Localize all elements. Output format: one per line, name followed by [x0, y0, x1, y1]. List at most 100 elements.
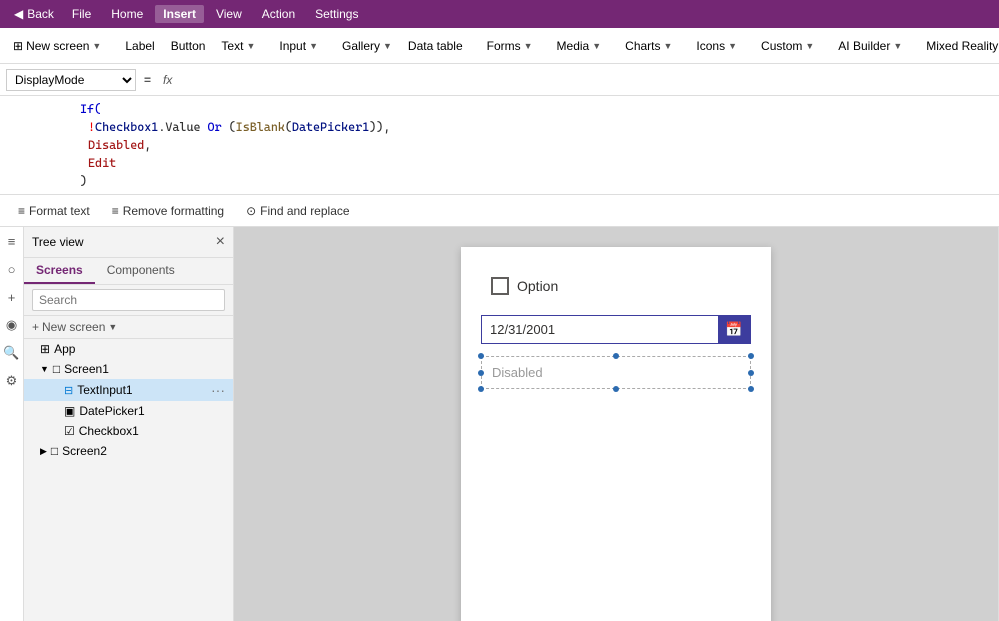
formula-eq: =	[140, 73, 155, 87]
datepicker-input[interactable]: 📅	[481, 315, 751, 344]
format-bar: ≡ Format text ≡ Remove formatting ⊙ Find…	[0, 195, 999, 227]
property-select[interactable]: DisplayMode	[6, 69, 136, 91]
find-replace-label: Find and replace	[260, 204, 349, 218]
icons-button[interactable]: Icons ▼	[689, 36, 744, 56]
text-button[interactable]: Text ▼	[214, 36, 262, 56]
tree-actions: + New screen ▼	[24, 316, 233, 339]
side-icon-search[interactable]: 🔍	[2, 343, 22, 363]
textinput-box[interactable]: Disabled	[481, 356, 751, 389]
back-icon: ◀	[14, 7, 23, 21]
app-canvas: Option 📅 Disabled	[461, 247, 771, 621]
back-button[interactable]: ◀ Back	[8, 5, 60, 23]
new-screen-button[interactable]: ⊞ New screen ▼	[6, 36, 108, 56]
checkbox-box[interactable]	[491, 277, 509, 295]
handle-bottom-right[interactable]	[748, 386, 754, 392]
data-table-button[interactable]: Data table	[401, 36, 470, 56]
text-label: Text	[221, 39, 243, 53]
formula-line2: !Checkbox1.Value Or (IsBlank(DatePicker1…	[80, 120, 390, 134]
side-icon-data[interactable]: ○	[2, 259, 22, 279]
input-arrow: ▼	[309, 41, 318, 51]
remove-formatting-button[interactable]: ≡ Remove formatting	[102, 201, 234, 221]
custom-label: Custom	[761, 39, 802, 53]
gallery-button[interactable]: Gallery ▼	[335, 36, 399, 56]
insert-menu[interactable]: Insert	[155, 5, 204, 23]
tree-content: ⊞ App ▼ □ Screen1 ⊟ TextInput1 ··· ▣ Dat…	[24, 339, 233, 621]
mixed-reality-button[interactable]: Mixed Reality ▼	[919, 36, 999, 56]
side-icon-menu[interactable]: ≡	[2, 231, 22, 251]
new-screen-label: New screen	[26, 39, 89, 53]
datepicker-calendar-button[interactable]: 📅	[718, 316, 750, 343]
handle-top-left[interactable]	[478, 353, 484, 359]
tree-close-button[interactable]: ×	[216, 233, 225, 251]
forms-button[interactable]: Forms ▼	[480, 36, 540, 56]
button-button[interactable]: Button	[164, 36, 213, 56]
view-menu[interactable]: View	[208, 5, 250, 23]
checkbox-component[interactable]: Option	[461, 247, 771, 315]
datepicker-component[interactable]: 📅	[461, 315, 771, 356]
tree-item-more-button[interactable]: ···	[211, 382, 225, 398]
label-button[interactable]: Label	[118, 36, 161, 56]
handle-bottom-center[interactable]	[613, 386, 619, 392]
handle-top-center[interactable]	[613, 353, 619, 359]
screen-icon-2: □	[51, 444, 58, 458]
formula-bar: DisplayMode = fx	[0, 64, 999, 96]
textinput-placeholder: Disabled	[492, 365, 543, 380]
file-label: File	[72, 7, 91, 21]
handle-top-right[interactable]	[748, 353, 754, 359]
handle-right[interactable]	[748, 370, 754, 376]
tree-item-datepicker1[interactable]: ▣ DatePicker1	[24, 401, 233, 421]
screen-icon-1: □	[53, 362, 60, 376]
input-label: Input	[279, 39, 306, 53]
tree-title: Tree view	[32, 235, 84, 249]
tab-screens[interactable]: Screens	[24, 258, 95, 284]
ai-builder-label: AI Builder	[838, 39, 890, 53]
checkbox-label: Option	[517, 278, 558, 294]
file-menu[interactable]: File	[64, 5, 99, 23]
tree-item-textinput1[interactable]: ⊟ TextInput1 ···	[24, 379, 233, 401]
tree-search	[24, 285, 233, 316]
settings-menu[interactable]: Settings	[307, 5, 366, 23]
media-arrow: ▼	[592, 41, 601, 51]
input-button[interactable]: Input ▼	[272, 36, 325, 56]
gallery-label: Gallery	[342, 39, 380, 53]
find-replace-button[interactable]: ⊙ Find and replace	[236, 201, 359, 221]
icons-label: Icons	[696, 39, 725, 53]
search-input[interactable]	[32, 289, 225, 311]
formula-if: If(	[80, 102, 101, 116]
media-button[interactable]: Media ▼	[550, 36, 609, 56]
media-label: Media	[557, 39, 590, 53]
gallery-arrow: ▼	[383, 41, 392, 51]
home-label: Home	[111, 7, 143, 21]
side-icon-components[interactable]: ◉	[2, 315, 22, 335]
textinput-icon: ⊟	[64, 384, 73, 397]
data-table-label: Data table	[408, 39, 463, 53]
formula-edit: Edit	[80, 156, 116, 170]
handle-left[interactable]	[478, 370, 484, 376]
charts-button[interactable]: Charts ▼	[618, 36, 679, 56]
remove-formatting-label: Remove formatting	[123, 204, 224, 218]
handle-bottom-left[interactable]	[478, 386, 484, 392]
tab-components[interactable]: Components	[95, 258, 187, 284]
formula-multiline[interactable]: If( !Checkbox1.Value Or (IsBlank(DatePic…	[0, 96, 999, 195]
calendar-icon: 📅	[725, 321, 742, 338]
datepicker-value-input[interactable]	[482, 316, 718, 343]
tree-item-app[interactable]: ⊞ App	[24, 339, 233, 359]
textinput-component[interactable]: Disabled	[461, 356, 771, 401]
tree-item-screen1[interactable]: ▼ □ Screen1	[24, 359, 233, 379]
canvas-area[interactable]: Option 📅 Disabled	[234, 227, 998, 621]
expand-icon-screen1: ▼	[40, 364, 49, 374]
custom-button[interactable]: Custom ▼	[754, 36, 821, 56]
new-screen-tree-button[interactable]: + New screen ▼	[32, 320, 117, 334]
ai-builder-button[interactable]: AI Builder ▼	[831, 36, 909, 56]
side-icon-settings[interactable]: ⚙	[2, 371, 22, 391]
action-menu[interactable]: Action	[254, 5, 303, 23]
side-icon-insert[interactable]: +	[2, 287, 22, 307]
text-arrow: ▼	[246, 41, 255, 51]
tree-item-screen2[interactable]: ▶ □ Screen2	[24, 441, 233, 461]
charts-arrow: ▼	[664, 41, 673, 51]
mixed-reality-label: Mixed Reality	[926, 39, 998, 53]
custom-arrow: ▼	[805, 41, 814, 51]
format-text-button[interactable]: ≡ Format text	[8, 201, 100, 221]
tree-item-checkbox1[interactable]: ☑ Checkbox1	[24, 421, 233, 441]
home-menu[interactable]: Home	[103, 5, 151, 23]
